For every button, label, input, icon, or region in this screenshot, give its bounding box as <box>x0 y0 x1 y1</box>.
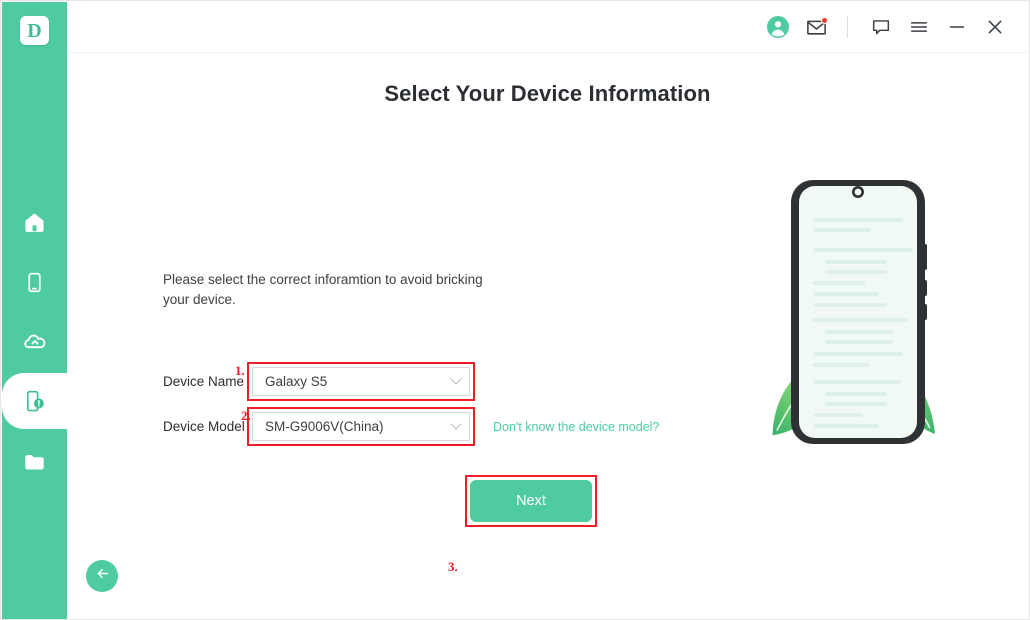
sidebar-item-files[interactable] <box>2 434 67 490</box>
chevron-down-icon <box>450 417 462 430</box>
menu-icon[interactable] <box>902 10 936 44</box>
device-name-row: Device Name Galaxy S5 <box>163 362 475 401</box>
titlebar <box>67 2 1028 53</box>
chevron-down-icon <box>450 372 462 385</box>
logo-letter: D <box>27 19 42 42</box>
main-content: Select Your Device Information Please se… <box>67 53 1028 618</box>
step-number-3: 3. <box>448 559 458 574</box>
dont-know-model-link[interactable]: Don't know the device model? <box>493 420 659 434</box>
sidebar-item-device[interactable] <box>2 254 67 310</box>
device-model-value: SM-G9006V(China) <box>265 419 384 434</box>
device-model-highlight: SM-G9006V(China) <box>247 407 475 446</box>
device-model-label: Device Model <box>163 419 245 434</box>
feedback-bubble-icon[interactable] <box>864 10 898 44</box>
intro-text: Please select the correct inforamtion to… <box>163 272 483 307</box>
phone-alert-icon <box>22 389 47 414</box>
back-arrow-icon <box>94 565 111 587</box>
titlebar-divider <box>847 16 848 38</box>
step-number-2: 2. <box>241 408 251 423</box>
cloud-upload-icon <box>23 330 47 354</box>
back-button[interactable] <box>86 560 118 592</box>
close-icon[interactable] <box>978 10 1012 44</box>
mail-icon[interactable] <box>799 10 833 44</box>
home-icon <box>23 211 46 234</box>
device-illustration <box>727 168 997 468</box>
phone-illustration <box>791 180 927 444</box>
step-number-1: 1. <box>235 363 245 378</box>
app-window: D Select Your Device Information Please … <box>0 0 1030 620</box>
device-name-highlight: Galaxy S5 <box>247 362 475 401</box>
device-name-select[interactable]: Galaxy S5 <box>252 367 470 396</box>
phone-icon <box>23 271 46 294</box>
device-model-row: Device Model SM-G9006V(China) Don't know… <box>163 407 659 446</box>
mail-badge-dot <box>821 17 828 24</box>
folder-icon <box>23 450 47 474</box>
device-name-value: Galaxy S5 <box>265 374 328 389</box>
sidebar-item-system-repair[interactable] <box>2 359 67 443</box>
page-title: Select Your Device Information <box>384 81 711 106</box>
next-button-highlight: Next <box>465 475 597 527</box>
minimize-icon[interactable] <box>940 10 974 44</box>
device-model-select[interactable]: SM-G9006V(China) <box>252 412 470 441</box>
next-button[interactable]: Next <box>470 480 592 522</box>
sidebar-item-home[interactable] <box>2 194 67 250</box>
app-logo: D <box>20 16 49 45</box>
account-avatar-icon[interactable] <box>761 10 795 44</box>
sidebar: D <box>2 2 67 619</box>
